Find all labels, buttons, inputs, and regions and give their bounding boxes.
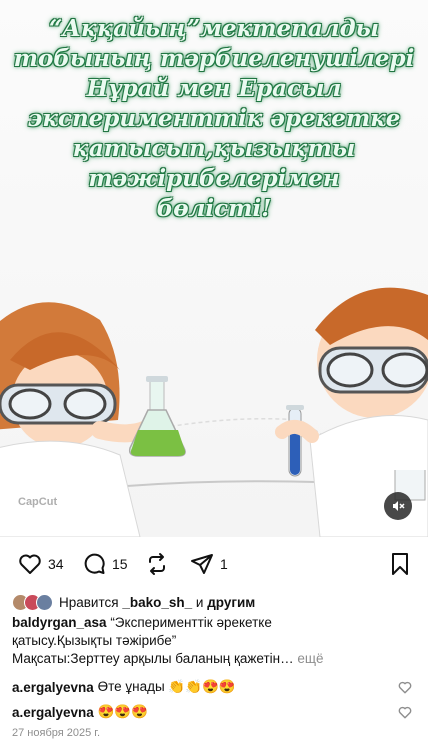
caption-line2: қатысу.Қызықты тәжірибе” (12, 633, 177, 648)
heart-icon (19, 554, 41, 574)
save-button[interactable] (390, 548, 410, 580)
caption-more-link[interactable]: ещё (297, 651, 323, 666)
comment-user[interactable]: a.ergalyevna (12, 680, 94, 695)
capcut-watermark: CapCut (18, 496, 58, 508)
liked-by-user[interactable]: _bako_sh_ (122, 595, 192, 610)
comment-user[interactable]: a.ergalyevna (12, 705, 94, 720)
comment-row: a.ergalyevna 😍😍😍 (12, 702, 418, 722)
share-button[interactable]: 1 (190, 548, 228, 580)
comment-text: Өте ұнады 👏👏😍😍 (97, 679, 236, 694)
repost-icon (149, 553, 165, 575)
action-bar: 34 15 1 (0, 548, 428, 580)
caption-line1: “Эксперименттік әрекетке (110, 615, 272, 630)
comment-text: 😍😍😍 (97, 704, 149, 719)
liked-by-and: и (195, 594, 204, 610)
avatar (36, 593, 53, 611)
comment-icon (84, 553, 105, 574)
shares-count: 1 (220, 556, 228, 572)
mute-button[interactable] (384, 492, 412, 520)
liked-by-row[interactable]: Нравится _bako_sh_ и другим (12, 592, 255, 612)
post-date: 27 ноября 2025 г. (12, 727, 100, 739)
speaker-muted-icon (393, 501, 405, 511)
post-caption: baldyrgan_asa “Эксперименттік әрекетке қ… (12, 614, 418, 668)
likes-count: 34 (48, 556, 64, 572)
bookmark-icon (392, 553, 408, 575)
liker-avatars (12, 593, 53, 611)
comment-row: a.ergalyevna Өте ұнады 👏👏😍😍 (12, 677, 418, 697)
scientists-illustration (0, 287, 428, 537)
like-button[interactable]: 34 (18, 548, 64, 580)
send-icon (191, 554, 213, 574)
blue-test-tube (275, 405, 319, 477)
comments-count: 15 (112, 556, 128, 572)
repost-button[interactable] (145, 548, 175, 580)
comment-button[interactable]: 15 (82, 548, 128, 580)
comment-like-icon[interactable] (398, 706, 412, 719)
liked-by-others[interactable]: другим (207, 595, 255, 610)
post-media[interactable]: “Аққайың”мектепалды тобының тәрбиеленуші… (0, 0, 428, 537)
liked-by-prefix: Нравится (59, 594, 119, 610)
caption-line3: Мақсаты:Зерттеу арқылы баланың қажетін… (12, 651, 294, 666)
caption-username[interactable]: baldyrgan_asa (12, 615, 107, 630)
green-flask (128, 376, 186, 457)
comment-like-icon[interactable] (398, 681, 412, 694)
